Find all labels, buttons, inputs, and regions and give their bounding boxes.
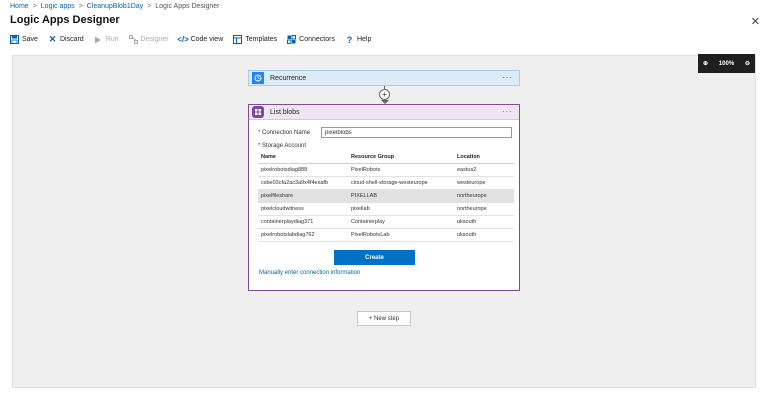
table-row[interactable]: containerplaydiag371 Containerplay uksou…	[258, 215, 514, 229]
discard-label: Discard	[59, 36, 84, 43]
table-row[interactable]: csbe03cfa2ac3a9x4f4exafb cloud-shell-sto…	[258, 176, 514, 190]
zoom-level: 100%	[718, 60, 735, 67]
designer-icon	[128, 35, 138, 44]
cell-name: pixelrobotslabdiag762	[258, 228, 348, 242]
cell-resource-group: cloud-shell-storage-westeurope	[348, 176, 454, 190]
recurrence-title: Recurrence	[270, 74, 307, 82]
zoom-control: ⊕ 100% ⊖	[698, 54, 755, 73]
breadcrumb-separator: >	[32, 3, 37, 10]
run-button[interactable]: Run	[94, 35, 119, 44]
breadcrumb-separator: >	[147, 3, 152, 10]
zoom-in-icon[interactable]: ⊕	[703, 60, 708, 67]
storage-account-label: * Storage Account	[258, 143, 307, 149]
help-button[interactable]: ? Help	[345, 34, 372, 45]
designer-button[interactable]: Designer	[128, 35, 169, 44]
run-label: Run	[105, 36, 119, 43]
breadcrumb-home[interactable]: Home	[10, 3, 29, 10]
list-blobs-title: List blobs	[270, 108, 300, 116]
save-button[interactable]: Save	[10, 35, 38, 44]
cell-resource-group: PixelRobots	[348, 163, 454, 177]
connection-name-input[interactable]	[321, 127, 512, 138]
column-header-resource-group: Resource Group	[348, 151, 454, 164]
connectors-label: Connectors	[299, 36, 335, 43]
discard-icon: ✕	[48, 34, 57, 44]
table-row-selected[interactable]: pixelfileshare PIXELLAB northeurope	[258, 189, 514, 203]
create-button[interactable]: Create	[334, 250, 415, 265]
help-label: Help	[356, 36, 372, 43]
close-icon[interactable]: ✕	[751, 15, 760, 28]
cell-location: uksouth	[454, 215, 514, 229]
breadcrumb-current: Logic Apps Designer	[155, 3, 220, 10]
breadcrumb-app[interactable]: CleanupBlob1Day	[87, 3, 143, 10]
designer-label: Designer	[140, 36, 169, 43]
clock-icon	[252, 72, 264, 84]
cell-location: eastus2	[454, 163, 514, 177]
list-blobs-header[interactable]: List blobs ···	[249, 105, 519, 120]
cell-resource-group: pixellab	[348, 202, 454, 216]
save-label: Save	[22, 36, 38, 43]
column-header-name: Name	[258, 151, 348, 164]
cell-location: northeurope	[454, 202, 514, 216]
cell-name: pixelfileshare	[258, 189, 348, 203]
breadcrumb-logic-apps[interactable]: Logic apps	[41, 3, 75, 10]
table-row[interactable]: pixelrobotslabdiag762 PixelRobotsLab uks…	[258, 228, 514, 242]
storage-account-table: Name Resource Group Location pixelrobots…	[258, 151, 514, 242]
table-row[interactable]: pixelcloudwitness pixellab northeurope	[258, 202, 514, 216]
new-step-button[interactable]: + New step	[357, 311, 411, 326]
connection-name-label: * Connection Name	[258, 130, 311, 136]
breadcrumb: Home > Logic apps > CleanupBlob1Day > Lo…	[10, 3, 219, 10]
more-options-icon[interactable]: ···	[502, 107, 513, 116]
code-view-label: Code view	[190, 36, 224, 43]
table-row[interactable]: pixelrobotsdiag888 PixelRobots eastus2	[258, 163, 514, 177]
column-header-location: Location	[454, 151, 514, 164]
templates-button[interactable]: Templates	[233, 35, 277, 44]
code-icon: </>	[177, 35, 189, 44]
play-icon	[94, 35, 103, 44]
breadcrumb-separator: >	[78, 3, 83, 10]
zoom-out-icon[interactable]: ⊖	[745, 60, 750, 67]
cell-name: pixelrobotsdiag888	[258, 163, 348, 177]
cell-location: westeurope	[454, 176, 514, 190]
cell-resource-group: Containerplay	[348, 215, 454, 229]
page-title: Logic Apps Designer	[10, 14, 120, 26]
templates-icon	[233, 35, 243, 44]
cell-resource-group: PixelRobotsLab	[348, 228, 454, 242]
insert-step-button[interactable]: +	[379, 89, 390, 100]
more-options-icon[interactable]: ···	[502, 73, 513, 82]
cell-name: csbe03cfa2ac3a9x4f4exafb	[258, 176, 348, 190]
code-view-button[interactable]: </> Code view	[177, 35, 224, 44]
manual-connection-link[interactable]: Manually enter connection information	[259, 270, 360, 276]
connectors-button[interactable]: Connectors	[287, 35, 335, 44]
cell-location: northeurope	[454, 189, 514, 203]
templates-label: Templates	[245, 36, 278, 43]
cell-name: containerplaydiag371	[258, 215, 348, 229]
save-icon	[10, 35, 19, 44]
help-icon: ?	[346, 34, 353, 45]
table-header: Name Resource Group Location	[258, 151, 514, 164]
connectors-icon	[287, 35, 297, 44]
blob-storage-icon	[252, 106, 264, 118]
recurrence-step[interactable]: Recurrence ···	[248, 70, 520, 86]
cell-location: uksouth	[454, 228, 514, 242]
toolbar: Save ✕ Discard Run Designer </> Code vie…	[10, 34, 372, 45]
list-blobs-step: List blobs ··· * Connection Name * Stora…	[248, 104, 520, 291]
cell-name: pixelcloudwitness	[258, 202, 348, 216]
discard-button[interactable]: ✕ Discard	[48, 34, 84, 44]
cell-resource-group: PIXELLAB	[348, 189, 454, 203]
